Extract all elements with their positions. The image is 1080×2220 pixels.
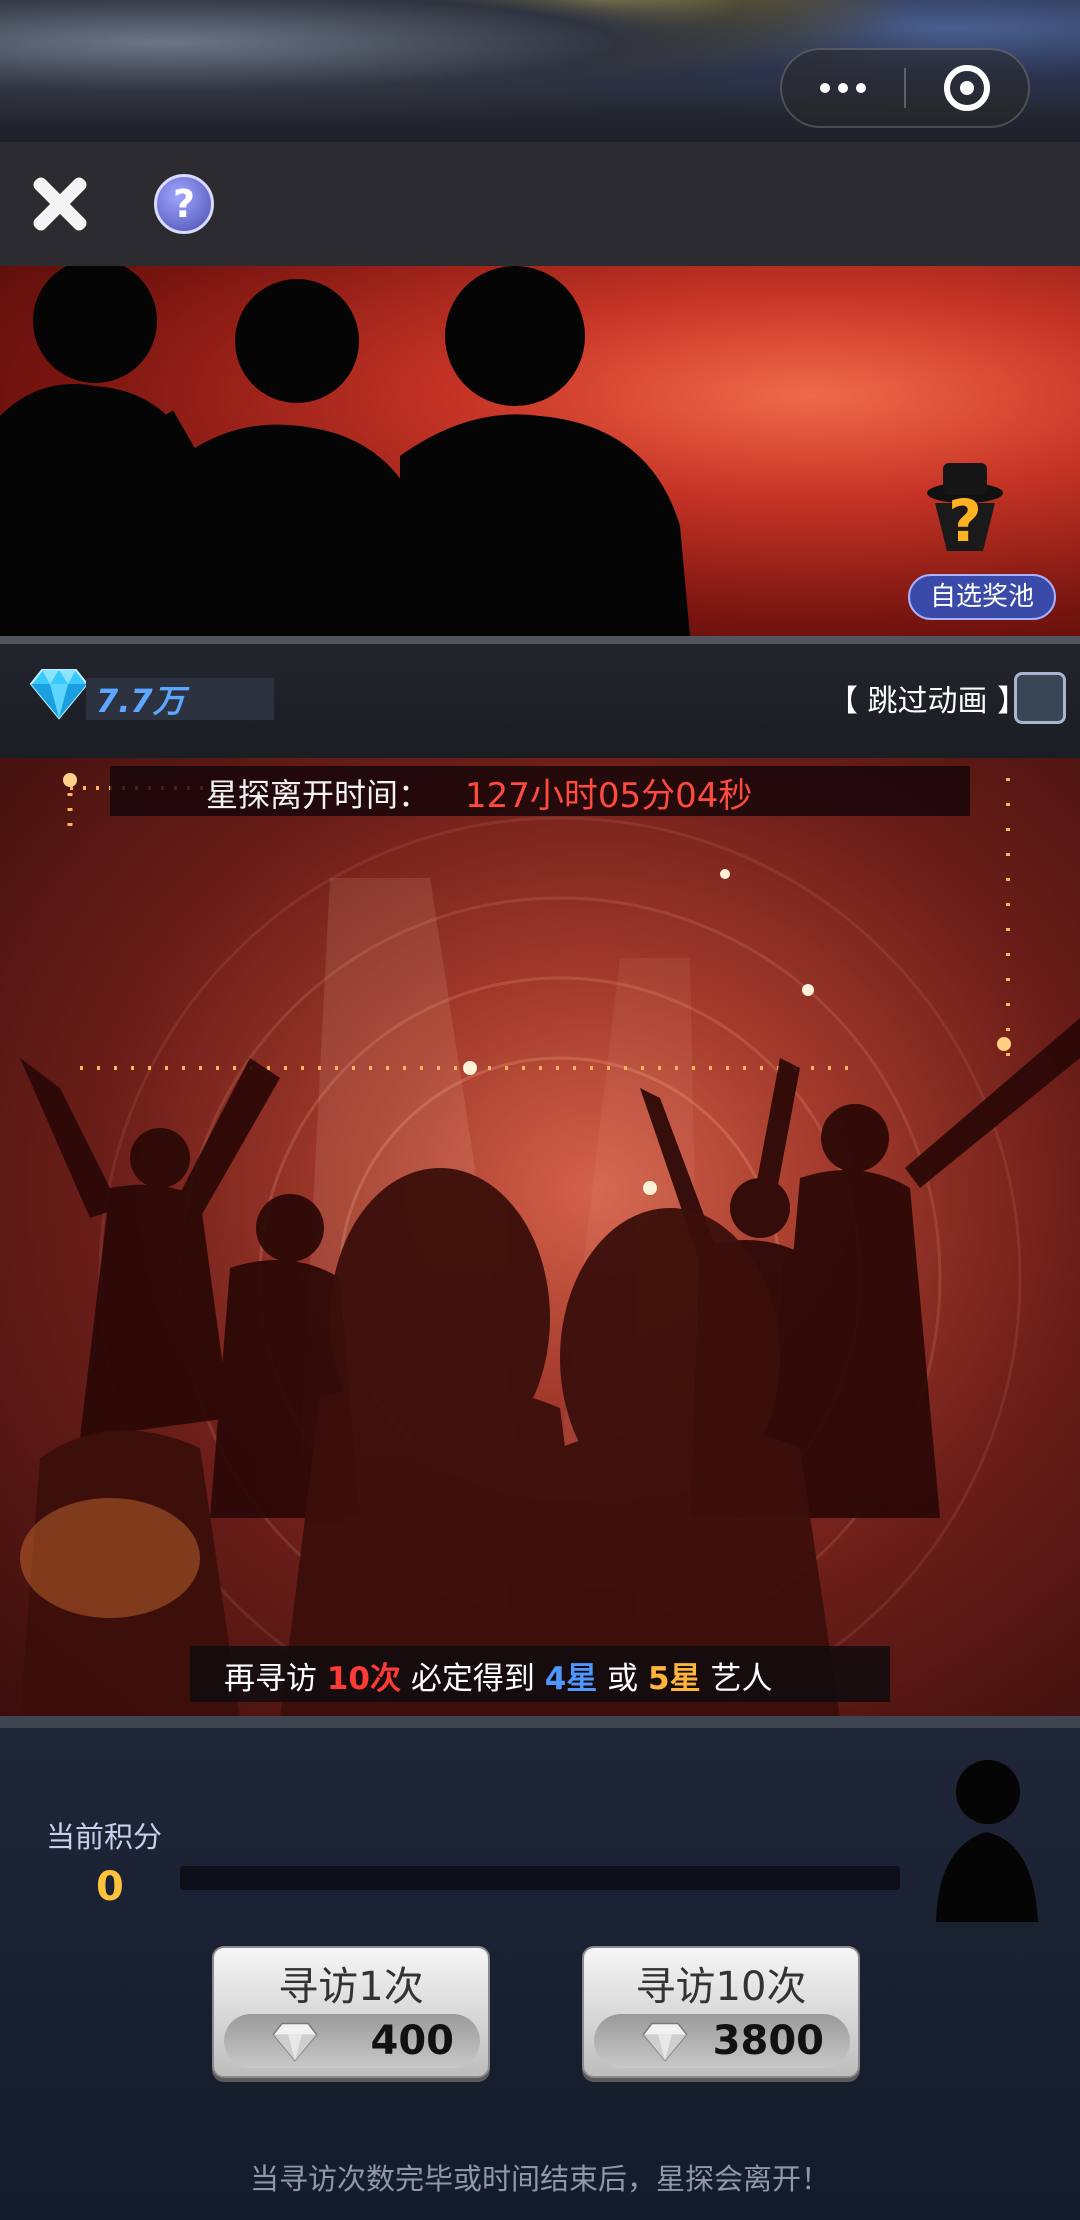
custom-pool-label[interactable]: 自选奖池 bbox=[908, 574, 1056, 620]
points-value: 0 bbox=[96, 1864, 124, 1910]
guarantee-mid: 必定得到 bbox=[401, 1661, 545, 1697]
gem-amount: 7.7万 bbox=[96, 682, 185, 720]
timer-countdown: 127小时05分04秒 bbox=[465, 776, 753, 816]
recruit-ten-label: 寻访10次 bbox=[635, 1964, 807, 2010]
target-icon bbox=[944, 65, 990, 111]
reward-silhouette-icon[interactable] bbox=[926, 1752, 1046, 1922]
guarantee-text: 再寻访 10次 必定得到 4星 或 5星 艺人 bbox=[224, 1653, 772, 1698]
mini-program-capsule bbox=[780, 48, 1030, 128]
svg-text:?: ? bbox=[948, 487, 982, 555]
skip-animation-label[interactable]: 【 跳过动画 】 bbox=[828, 676, 1027, 720]
diamond-icon bbox=[642, 2022, 688, 2062]
points-label: 当前积分 bbox=[46, 1820, 163, 1854]
diamond-icon bbox=[272, 2022, 318, 2062]
recruit-once-label: 寻访1次 bbox=[278, 1964, 424, 2010]
stage-divider bbox=[0, 1716, 1080, 1728]
stage-illustration bbox=[20, 773, 1080, 1718]
recruit-ten-cost-value: 3800 bbox=[712, 2018, 824, 2064]
recruit-once-cost-value: 400 bbox=[370, 2018, 455, 2064]
guarantee-count: 10次 bbox=[326, 1661, 401, 1697]
guarantee-star4: 4星 bbox=[544, 1661, 598, 1697]
close-icon[interactable] bbox=[26, 172, 90, 236]
footer-note: 当寻访次数完毕或时间结束后，星探会离开！ bbox=[249, 2162, 830, 2196]
exit-mini-program-button[interactable] bbox=[906, 65, 1028, 111]
recruit-ten-cost: 3800 bbox=[594, 2014, 850, 2068]
help-icon[interactable]: ? bbox=[154, 174, 214, 234]
skip-animation-checkbox[interactable] bbox=[1014, 672, 1066, 724]
more-menu-icon[interactable] bbox=[782, 83, 904, 93]
guarantee-suffix: 艺人 bbox=[700, 1661, 773, 1697]
diamond-icon bbox=[30, 669, 88, 720]
banner-divider bbox=[0, 636, 1080, 644]
guarantee-star5: 5星 bbox=[648, 1661, 701, 1697]
recruit-once-button[interactable]: 寻访1次 400 bbox=[212, 1946, 490, 2078]
recruit-ten-button[interactable]: 寻访10次 3800 bbox=[582, 1946, 860, 2078]
recruit-stage bbox=[0, 758, 1080, 1718]
guarantee-or: 或 bbox=[597, 1661, 649, 1697]
guarantee-prefix: 再寻访 bbox=[224, 1661, 327, 1697]
bottom-panel bbox=[0, 1728, 1080, 2220]
timer-label: 星探离开时间： bbox=[206, 776, 431, 814]
mystery-question-icon[interactable]: ? bbox=[925, 455, 1005, 555]
recruit-once-cost: 400 bbox=[224, 2014, 480, 2068]
points-progress-bar bbox=[180, 1866, 900, 1890]
